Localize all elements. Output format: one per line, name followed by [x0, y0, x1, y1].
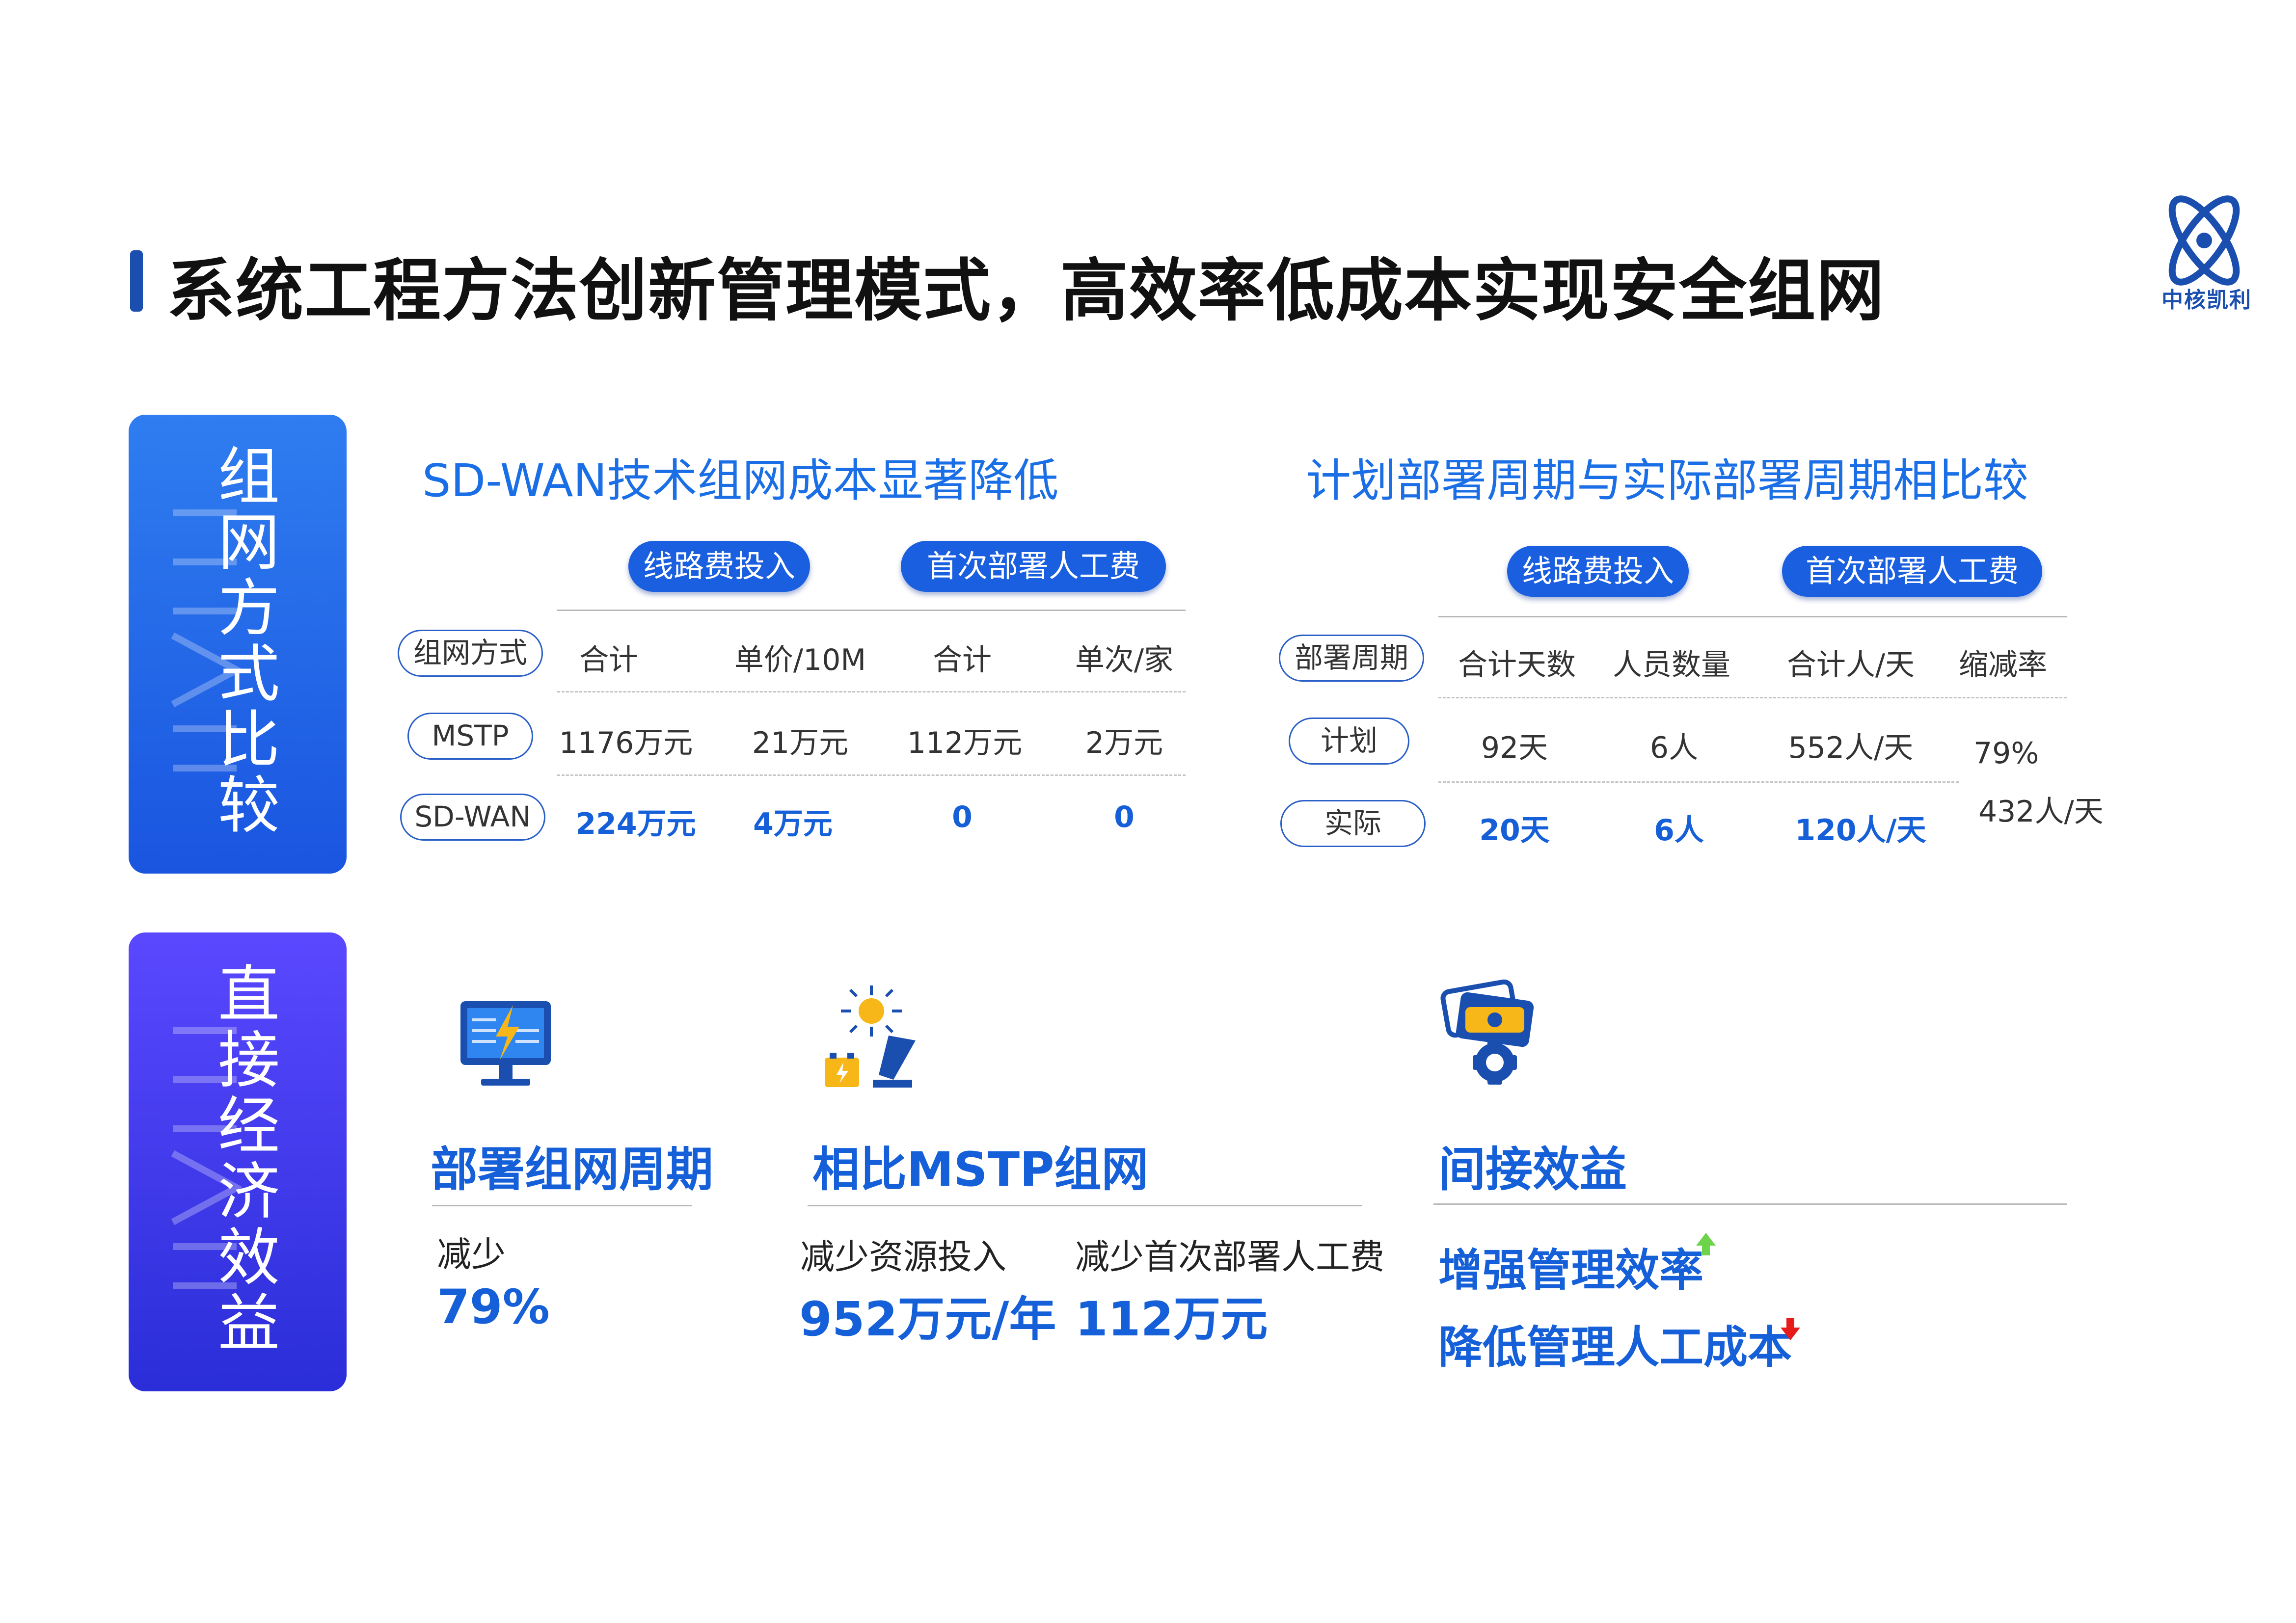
table-cell-highlight: 6人	[1654, 813, 1704, 848]
column-header: 单次/家	[1075, 643, 1174, 677]
benefit-mstp-value-1: 952万元/年	[799, 1292, 1056, 1347]
divider	[1438, 781, 1959, 783]
row-header-cycle: 部署周期	[1279, 635, 1424, 682]
column-header: 合计	[579, 643, 638, 677]
reduction-percent: 79%	[1973, 736, 2039, 771]
side-panel-benefits: 直接经 济效益	[129, 932, 347, 1391]
table-cell-highlight: 120人/天	[1795, 813, 1926, 848]
table-cell: 2万元	[1085, 726, 1163, 760]
benefit-cycle-label: 减少	[437, 1234, 506, 1275]
arrow-up-icon	[1696, 1233, 1716, 1255]
cost-table-heading: SD-WAN技术组网成本显著降低	[422, 454, 1059, 507]
cost-group-header-line: 线路费投入	[628, 541, 810, 592]
row-label-sdwan: SD-WAN	[400, 794, 545, 841]
divider	[557, 610, 1186, 611]
title-accent-bar	[130, 250, 143, 312]
table-cell: 552人/天	[1788, 731, 1914, 765]
monitor-lightning-icon	[460, 1001, 551, 1086]
cycle-group-header-deploy: 首次部署人工费	[1782, 546, 2042, 597]
cycle-table-heading: 计划部署周期与实际部署周期相比较	[1306, 454, 2029, 507]
table-cell-highlight: 0	[952, 800, 972, 834]
benefit-mstp-label-2: 减少首次部署人工费	[1075, 1237, 1384, 1277]
benefit-indirect-item-2: 降低管理人工成本	[1438, 1322, 1792, 1373]
column-header: 单价/10M	[734, 643, 866, 677]
table-cell: 92天	[1481, 731, 1548, 765]
cycle-group-header-line: 线路费投入	[1507, 546, 1689, 597]
table-cell-highlight: 0	[1114, 800, 1134, 834]
table-cell-highlight: 20天	[1479, 813, 1550, 848]
reduction-amount: 432人/天	[1978, 795, 2104, 829]
benefit-mstp-label-1: 减少资源投入	[800, 1237, 1006, 1277]
side-panel-comparison: 组网方 式比较	[129, 415, 347, 874]
money-gear-icon	[1440, 979, 1534, 1085]
benefit-mstp-value-2: 112万元	[1075, 1292, 1268, 1347]
row-label-plan: 计划	[1289, 718, 1409, 765]
benefit-cycle-value: 79%	[437, 1279, 550, 1334]
divider	[557, 774, 1186, 776]
row-label-actual: 实际	[1280, 800, 1426, 847]
divider	[808, 1205, 1362, 1206]
table-cell: 21万元	[752, 726, 849, 760]
column-header: 合计天数	[1458, 648, 1576, 682]
table-cell: 6人	[1649, 731, 1699, 765]
cost-group-header-deploy: 首次部署人工费	[901, 541, 1166, 592]
table-cell: 112万元	[907, 726, 1023, 760]
divider	[1433, 1203, 2067, 1205]
divider	[1438, 697, 2067, 698]
table-cell: 1176万元	[559, 726, 693, 760]
table-cell-highlight: 4万元	[753, 807, 833, 841]
column-header: 合计人/天	[1786, 648, 1915, 682]
side-title-benefits: 直接经 济效益	[218, 958, 280, 1359]
row-header-method: 组网方式	[398, 630, 543, 677]
page-title: 系统工程方法创新管理模式，高效率低成本实现安全组网	[167, 251, 1886, 330]
side-title-comparison: 组网方 式比较	[218, 441, 280, 842]
column-header: 合计	[933, 643, 992, 677]
arrow-down-icon	[1781, 1318, 1800, 1340]
table-cell-highlight: 224万元	[575, 807, 696, 841]
logo-text: 中核凯利	[2161, 288, 2252, 313]
benefit-indirect-item-1: 增强管理效率	[1438, 1245, 1703, 1296]
divider	[1438, 616, 2067, 617]
column-header: 人员数量	[1613, 648, 1730, 682]
benefit-mstp-title: 相比MSTP组网	[812, 1142, 1149, 1197]
solar-battery-icon	[825, 985, 916, 1088]
row-label-mstp: MSTP	[407, 713, 533, 760]
benefit-cycle-title: 部署组网周期	[431, 1142, 713, 1197]
divider	[557, 691, 1186, 692]
column-header: 缩减率	[1959, 648, 2047, 682]
benefit-indirect-title: 间接效益	[1438, 1142, 1627, 1197]
divider	[432, 1205, 692, 1206]
